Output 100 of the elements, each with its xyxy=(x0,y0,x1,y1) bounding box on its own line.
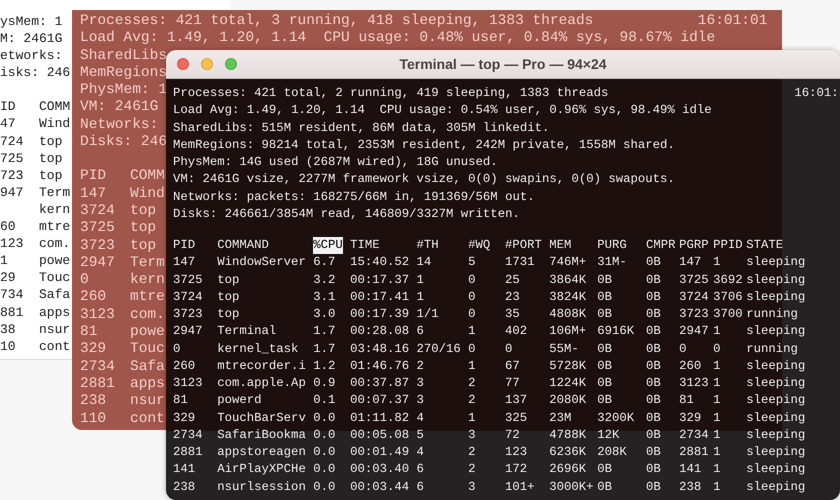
table-cell-text: 724 xyxy=(0,132,24,150)
table-cell-text: 1 xyxy=(713,410,720,426)
table-cell: 2947 xyxy=(173,323,203,340)
table-cell-text: 3723 xyxy=(80,238,116,255)
table-cell: 0B xyxy=(597,288,612,306)
table-cell: 2 xyxy=(468,461,476,478)
table-cell-text: 101+ xyxy=(505,478,535,496)
zoom-button[interactable] xyxy=(225,58,237,70)
table-cell-text: 0B xyxy=(646,375,661,392)
column-header: TIME xyxy=(350,237,380,254)
table-cell: AirPlayXPCHe xyxy=(217,461,306,478)
window-title: Terminal — top — Pro — 94×24 xyxy=(399,56,607,72)
table-cell: 5728K xyxy=(549,358,586,375)
table-cell-text: kernel_task xyxy=(217,340,298,358)
table-cell-text: 3864K xyxy=(549,272,586,288)
table-cell: SafariBookma xyxy=(217,426,306,444)
table-cell: 31M- xyxy=(597,254,627,272)
summary-line: Processes: 421 total, 3 running, 418 sleeping, 1383 threads xyxy=(80,13,594,30)
table-cell-text: 03:48.16 xyxy=(350,340,410,358)
summary-line: Networks: packets: 168275/66M in, 191369/56M out. xyxy=(173,190,535,204)
table-cell-text: sleeping xyxy=(746,478,806,496)
table-cell-text: 723 xyxy=(0,166,24,184)
table-cell-text: 47 xyxy=(0,115,17,133)
table-cell: 1.7 xyxy=(313,323,336,340)
table-cell: 1 xyxy=(713,358,720,375)
table-cell-text: 1/1 xyxy=(416,306,439,323)
table-cell-text: 35 xyxy=(505,306,520,323)
table-cell-text: 1 xyxy=(713,375,720,392)
table-cell: 0B xyxy=(646,254,661,272)
table-cell: top xyxy=(217,288,240,306)
table-cell: 172 xyxy=(505,461,528,478)
summary-line: Disks: 246661/3854M read, 146809/3327M written. xyxy=(173,206,520,221)
table-cell-text: 3123 xyxy=(80,306,116,324)
table-cell: 0B xyxy=(646,426,661,444)
column-header: PID xyxy=(173,237,196,254)
table-cell-text: 325 xyxy=(505,410,528,426)
table-cell: 3.1 xyxy=(313,288,336,306)
table-cell-text: sleeping xyxy=(746,375,806,392)
summary-line: Load Avg: 1.49, 1.20, 1.14 CPU usage: 0.54% user, 0.96% sys, 98.49% idle xyxy=(173,103,712,118)
table-cell-text: 270/16 xyxy=(416,340,461,358)
table-cell-text: 29 xyxy=(0,269,17,286)
table-cell-text: 0.9 xyxy=(313,375,336,392)
table-cell-text: 2881 xyxy=(80,376,116,394)
table-cell: 147 xyxy=(679,254,702,272)
table-cell-text: 0 xyxy=(468,306,476,323)
table-cell: 2734 xyxy=(679,426,709,444)
clock-time: 16:01:01 xyxy=(698,13,768,30)
summary-line: ysMem: 1 xyxy=(0,14,62,29)
table-cell: WindowServer xyxy=(217,254,306,272)
table-cell-text: 947 xyxy=(0,184,24,201)
table-cell-text: 123 xyxy=(505,444,528,461)
table-cell: 5 xyxy=(416,426,424,444)
table-cell-text: 3 xyxy=(416,375,424,392)
table-cell: 1 xyxy=(713,426,720,444)
table-cell: kern xyxy=(39,200,70,218)
table-cell: 0.1 xyxy=(313,392,336,410)
table-cell-text: ID xyxy=(0,98,17,116)
table-cell: sleeping xyxy=(746,254,806,272)
table-cell-text: 6236K xyxy=(549,444,586,461)
table-cell: COMM xyxy=(39,98,70,116)
table-cell-text: 0 xyxy=(80,272,90,290)
table-cell-text: 1 xyxy=(713,444,720,461)
table-cell-text: 0B xyxy=(597,478,612,496)
close-button[interactable] xyxy=(177,58,189,70)
table-cell: 3724 xyxy=(679,288,709,306)
table-cell: 2947 xyxy=(679,323,709,340)
table-cell: 12K xyxy=(597,426,620,444)
table-cell: 106M+ xyxy=(549,323,586,340)
table-cell-text: 3692 xyxy=(713,272,743,288)
table-cell: 23 xyxy=(505,288,520,306)
table-cell: 0B xyxy=(646,392,661,410)
table-cell: 1 xyxy=(713,254,720,272)
column-header: PPID xyxy=(713,237,743,254)
table-cell: sleeping xyxy=(746,358,806,375)
table-cell-text: 329 xyxy=(80,341,108,359)
table-cell: cont xyxy=(130,410,165,428)
table-cell: Safa xyxy=(130,358,165,376)
table-cell: 1 xyxy=(468,358,476,375)
table-cell-text: 0B xyxy=(597,375,612,392)
table-cell: mtrecorder.i xyxy=(217,358,306,375)
table-cell: 147 xyxy=(173,254,196,272)
column-header: PURG xyxy=(597,237,627,254)
table-cell-text: 147 xyxy=(80,186,108,203)
table-cell: 2 xyxy=(416,358,424,375)
table-cell: 3824K xyxy=(549,288,586,306)
table-cell: apps xyxy=(130,376,165,394)
table-cell: 1.2 xyxy=(313,358,336,375)
table-cell-text: 881 xyxy=(0,304,24,321)
table-cell-text: 3000K+ xyxy=(549,478,594,496)
table-cell: 0B xyxy=(597,358,612,375)
table-cell-text: 0.0 xyxy=(313,410,336,426)
table-cell: 67 xyxy=(505,358,520,375)
table-cell-text: 1224K xyxy=(549,375,586,392)
table-cell: 0.0 xyxy=(313,426,336,444)
minimize-button[interactable] xyxy=(201,58,213,70)
table-cell-text: 0B xyxy=(646,410,661,426)
table-cell-text: appstoreagen xyxy=(217,444,306,461)
table-cell: sleeping xyxy=(746,426,806,444)
table-cell-text: 00:01.49 xyxy=(350,444,410,461)
table-cell-text: running xyxy=(746,306,798,323)
